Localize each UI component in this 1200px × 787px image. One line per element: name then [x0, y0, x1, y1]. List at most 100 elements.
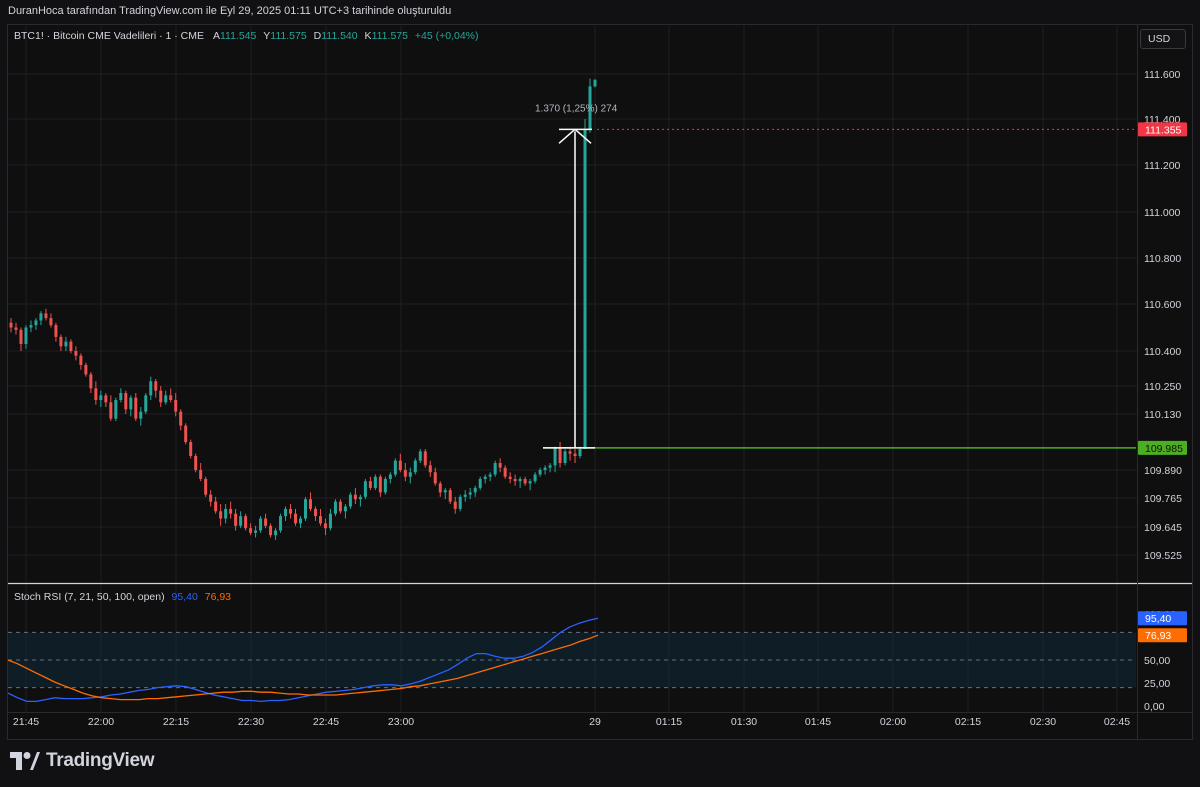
- candle-body[interactable]: [488, 474, 492, 477]
- candle-body[interactable]: [478, 478, 482, 488]
- candle-body[interactable]: [194, 456, 198, 470]
- candle-body[interactable]: [9, 322, 13, 328]
- candle-body[interactable]: [294, 513, 298, 524]
- candle-body[interactable]: [114, 400, 118, 419]
- candle-body[interactable]: [259, 518, 263, 531]
- candle-body[interactable]: [378, 476, 382, 493]
- candle-body[interactable]: [299, 518, 303, 524]
- candle-body[interactable]: [139, 411, 143, 419]
- candle-body[interactable]: [229, 508, 233, 514]
- candle-body[interactable]: [328, 513, 332, 529]
- candle-body[interactable]: [593, 79, 597, 87]
- candle-body[interactable]: [423, 451, 427, 466]
- candle-body[interactable]: [318, 516, 322, 524]
- candle-body[interactable]: [483, 476, 487, 479]
- candle-body[interactable]: [219, 511, 223, 519]
- candle-body[interactable]: [159, 390, 163, 403]
- currency-button[interactable]: USD: [1140, 29, 1186, 49]
- candle-body[interactable]: [553, 447, 557, 466]
- candle-body[interactable]: [573, 453, 577, 456]
- candle-body[interactable]: [224, 508, 228, 519]
- candle-body[interactable]: [473, 487, 477, 493]
- candle-body[interactable]: [438, 483, 442, 493]
- candle-body[interactable]: [104, 395, 108, 403]
- candle-body[interactable]: [169, 395, 173, 400]
- candle-body[interactable]: [154, 381, 158, 391]
- candle-body[interactable]: [74, 351, 78, 356]
- candle-body[interactable]: [348, 494, 352, 507]
- candle-body[interactable]: [94, 388, 98, 400]
- candle-body[interactable]: [508, 476, 512, 479]
- candle-body[interactable]: [368, 481, 372, 488]
- tradingview-logo[interactable]: TradingView: [10, 750, 155, 772]
- candle-body[interactable]: [543, 467, 547, 470]
- candle-body[interactable]: [343, 506, 347, 512]
- candle-body[interactable]: [528, 481, 532, 484]
- candle-body[interactable]: [244, 516, 248, 529]
- candle-body[interactable]: [14, 327, 18, 330]
- candle-body[interactable]: [209, 494, 213, 502]
- candle-body[interactable]: [443, 490, 447, 493]
- candle-body[interactable]: [358, 496, 362, 500]
- candle-body[interactable]: [563, 451, 567, 463]
- candle-body[interactable]: [538, 470, 542, 475]
- candle-body[interactable]: [433, 472, 437, 484]
- candle-body[interactable]: [388, 474, 392, 479]
- candle-body[interactable]: [234, 513, 238, 526]
- candle-body[interactable]: [19, 329, 23, 344]
- candle-body[interactable]: [468, 492, 472, 495]
- candle-body[interactable]: [24, 327, 28, 344]
- candle-body[interactable]: [249, 528, 253, 533]
- candle-body[interactable]: [64, 341, 68, 347]
- candle-body[interactable]: [44, 313, 48, 319]
- candle-body[interactable]: [323, 523, 327, 529]
- candle-body[interactable]: [383, 478, 387, 493]
- candle-body[interactable]: [274, 530, 278, 536]
- candle-body[interactable]: [578, 449, 582, 456]
- candle-body[interactable]: [558, 447, 562, 463]
- candle-body[interactable]: [338, 501, 342, 512]
- candle-body[interactable]: [134, 397, 138, 419]
- candle-body[interactable]: [174, 400, 178, 412]
- candle-body[interactable]: [29, 325, 33, 328]
- candle-body[interactable]: [403, 470, 407, 477]
- candle-body[interactable]: [199, 470, 203, 479]
- candle-body[interactable]: [493, 463, 497, 475]
- candle-body[interactable]: [69, 341, 73, 351]
- candle-body[interactable]: [353, 494, 357, 500]
- candle-body[interactable]: [413, 460, 417, 473]
- candle-body[interactable]: [568, 451, 572, 454]
- candle-body[interactable]: [99, 395, 103, 400]
- candle-body[interactable]: [548, 465, 552, 468]
- candle-body[interactable]: [179, 411, 183, 426]
- candle-body[interactable]: [418, 451, 422, 461]
- candle-body[interactable]: [214, 501, 218, 512]
- candle-body[interactable]: [84, 365, 88, 375]
- candle-body[interactable]: [583, 129, 587, 449]
- candle-body[interactable]: [458, 496, 462, 509]
- candle-body[interactable]: [393, 460, 397, 475]
- candle-body[interactable]: [333, 501, 337, 514]
- candle-body[interactable]: [129, 397, 133, 410]
- candle-body[interactable]: [308, 499, 312, 509]
- candle-body[interactable]: [448, 490, 452, 502]
- stoch-rsi-title[interactable]: Stoch RSI (7, 21, 50, 100, open): [14, 591, 165, 603]
- candle-body[interactable]: [149, 381, 153, 396]
- candle-body[interactable]: [184, 425, 188, 442]
- candle-body[interactable]: [363, 481, 367, 497]
- candle-body[interactable]: [533, 474, 537, 482]
- candle-body[interactable]: [39, 313, 43, 321]
- candle-body[interactable]: [189, 442, 193, 456]
- candle-body[interactable]: [269, 525, 273, 536]
- candle-body[interactable]: [34, 320, 38, 326]
- candle-body[interactable]: [109, 402, 113, 419]
- candle-body[interactable]: [124, 393, 128, 410]
- candle-body[interactable]: [79, 355, 83, 365]
- candle-body[interactable]: [289, 508, 293, 514]
- candle-body[interactable]: [144, 395, 148, 412]
- candle-body[interactable]: [313, 508, 317, 517]
- candle-body[interactable]: [59, 336, 63, 347]
- candle-body[interactable]: [204, 478, 208, 495]
- candle-body[interactable]: [513, 478, 517, 482]
- candle-body[interactable]: [239, 516, 243, 526]
